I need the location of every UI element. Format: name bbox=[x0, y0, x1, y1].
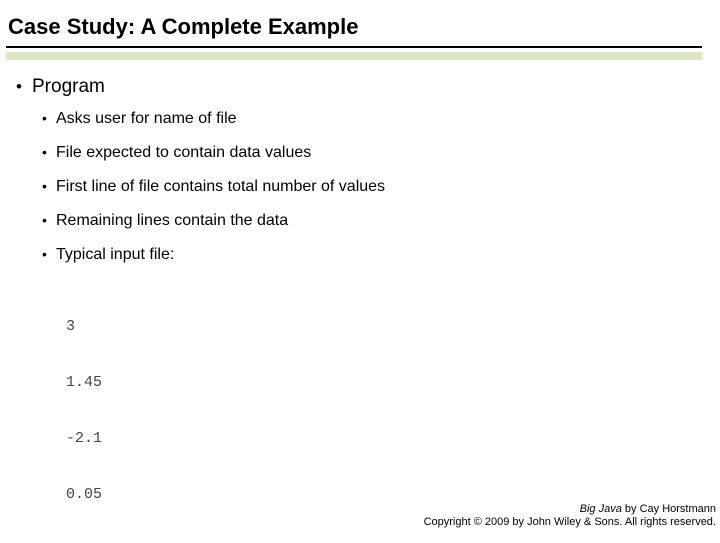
bullet-level2-item: First line of file contains total number… bbox=[32, 178, 702, 196]
title-accent-bar bbox=[6, 52, 702, 60]
slide-title: Case Study: A Complete Example bbox=[6, 14, 702, 48]
bullet-level2-item: Remaining lines contain the data bbox=[32, 212, 702, 230]
bullet-list-level2: Asks user for name of file File expected… bbox=[32, 110, 702, 264]
bullet-level1-item: Program Asks user for name of file File … bbox=[14, 76, 702, 543]
slide-content: Program Asks user for name of file File … bbox=[6, 60, 702, 543]
slide-footer: Big Java by Cay Horstmann Copyright © 20… bbox=[424, 503, 716, 531]
footer-copyright: Copyright © 2009 by John Wiley & Sons. A… bbox=[424, 516, 716, 530]
footer-author: by Cay Horstmann bbox=[622, 503, 716, 515]
footer-attribution: Big Java by Cay Horstmann bbox=[424, 503, 716, 517]
code-line: 1.45 bbox=[66, 374, 702, 393]
bullet-level2-item: File expected to contain data values bbox=[32, 144, 702, 162]
bullet-list-level1: Program Asks user for name of file File … bbox=[14, 76, 702, 543]
code-line: 3 bbox=[66, 318, 702, 337]
bullet-level2-item: Asks user for name of file bbox=[32, 110, 702, 128]
bullet-level1-text: Program bbox=[32, 76, 105, 97]
bullet-level2-item: Typical input file: bbox=[32, 246, 702, 264]
code-line: -2.1 bbox=[66, 430, 702, 449]
footer-book-title: Big Java bbox=[580, 503, 622, 515]
